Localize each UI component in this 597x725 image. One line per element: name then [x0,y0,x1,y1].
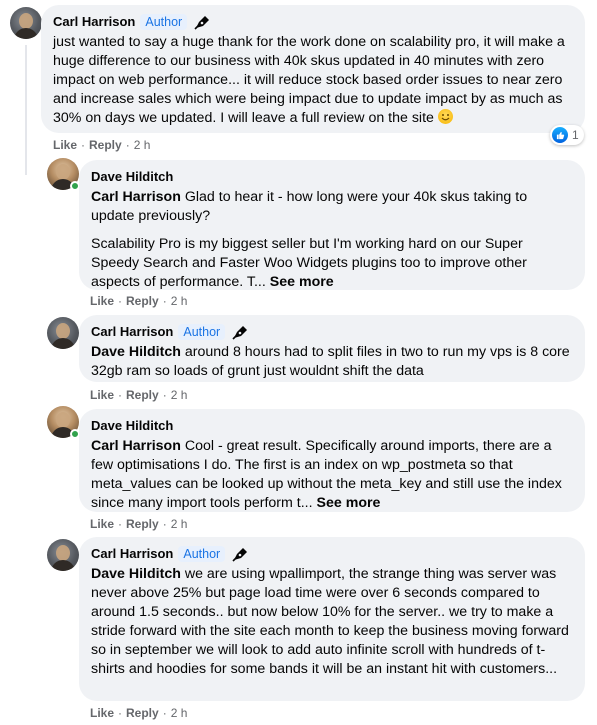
author-name[interactable]: Carl Harrison [91,324,173,339]
comment-actions: Like · Reply · 2 h [53,138,151,152]
comment-text: Carl Harrison Glad to hear it - how long… [91,189,528,290]
see-more-link[interactable]: See more [270,274,334,290]
reaction-count-value: 1 [572,128,579,142]
avatar[interactable] [47,539,79,571]
author-name[interactable]: Carl Harrison [53,14,135,29]
like-button[interactable]: Like [90,294,114,308]
see-more-link[interactable]: See more [317,495,381,511]
comment-actions: Like · Reply · 2 h [90,294,188,308]
pen-icon [194,15,210,30]
author-badge: Author [140,13,188,30]
reply-button[interactable]: Reply [89,138,122,152]
like-button[interactable]: Like [90,388,114,402]
comment-text: just wanted to say a huge thank for the … [53,34,565,126]
avatar[interactable] [10,7,42,39]
like-reaction-icon [552,127,568,143]
mention-link[interactable]: Dave Hilditch [91,344,181,360]
smile-emoji-icon [437,109,453,124]
like-button[interactable]: Like [90,706,114,720]
comment-text: Dave Hilditch around 8 hours had to spli… [91,344,570,379]
mention-link[interactable]: Dave Hilditch [91,566,181,582]
comment-bubble: Carl Harrison Author Dave Hilditch aroun… [79,315,585,382]
pen-icon [232,325,248,340]
comment-bubble: Carl Harrison Author Dave Hilditch we ar… [79,537,585,701]
mention-link[interactable]: Carl Harrison [91,189,181,205]
like-button[interactable]: Like [53,138,77,152]
author-badge: Author [178,545,226,562]
reply-button[interactable]: Reply [126,388,159,402]
like-button[interactable]: Like [90,517,114,531]
thread-line [25,45,27,175]
mention-link[interactable]: Carl Harrison [91,438,181,454]
reply-button[interactable]: Reply [126,517,159,531]
reaction-count[interactable]: 1 [550,125,584,145]
timestamp[interactable]: 2 h [171,294,188,308]
comment-actions: Like · Reply · 2 h [90,388,188,402]
comment-actions: Like · Reply · 2 h [90,706,188,720]
comment-text: Dave Hilditch we are using wpallimport, … [91,566,569,677]
comment-bubble: Dave Hilditch Carl Harrison Glad to hear… [79,160,585,290]
timestamp[interactable]: 2 h [171,706,188,720]
pen-icon [232,547,248,562]
reply-button[interactable]: Reply [126,706,159,720]
author-badge: Author [178,323,226,340]
author-name[interactable]: Dave Hilditch [91,418,173,433]
timestamp[interactable]: 2 h [171,388,188,402]
avatar[interactable] [47,317,79,349]
comment-bubble: Dave Hilditch Carl Harrison Cool - great… [79,409,585,512]
comment-actions: Like · Reply · 2 h [90,517,188,531]
timestamp[interactable]: 2 h [134,138,151,152]
comment-bubble: Carl Harrison Author just wanted to say … [41,5,585,133]
comment-text: Carl Harrison Cool - great result. Speci… [91,438,562,511]
author-name[interactable]: Carl Harrison [91,546,173,561]
author-name[interactable]: Dave Hilditch [91,169,173,184]
reply-button[interactable]: Reply [126,294,159,308]
timestamp[interactable]: 2 h [171,517,188,531]
